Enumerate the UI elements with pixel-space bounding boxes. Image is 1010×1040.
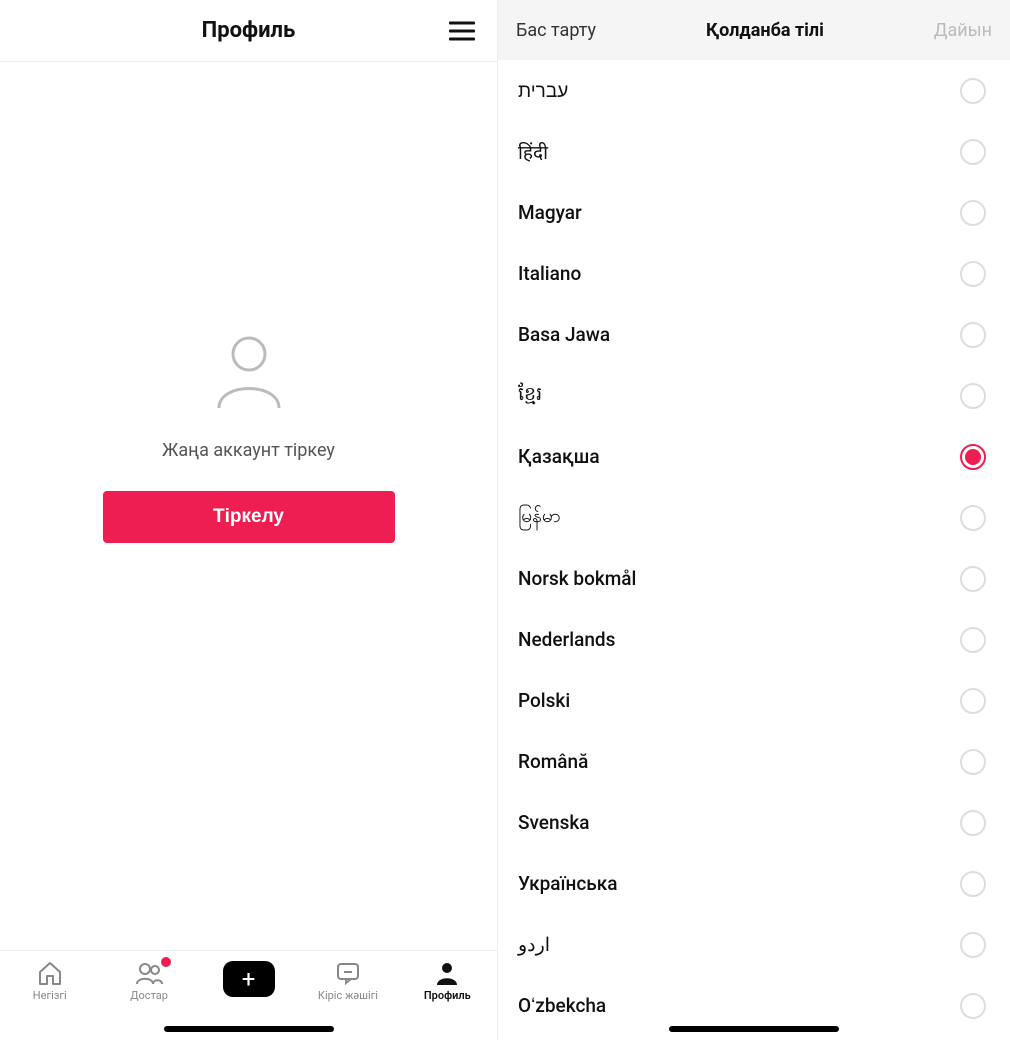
language-label: Қазақша — [518, 445, 600, 468]
tab-inbox[interactable]: Кіріс жәшігі — [298, 959, 397, 1002]
language-row[interactable]: עברית — [504, 60, 1004, 121]
language-label: हिंदी — [518, 139, 548, 165]
tab-label: Профиль — [424, 989, 471, 1002]
language-row[interactable]: Română — [504, 731, 1004, 792]
page-title: Қолданба тілі — [706, 20, 824, 41]
tab-label: Достар — [130, 989, 168, 1002]
profile-content: Жаңа аккаунт тіркеу Тіркелу — [0, 62, 497, 950]
menu-icon[interactable] — [449, 21, 475, 40]
language-label: Norsk bokmål — [518, 567, 636, 590]
language-row[interactable]: Magyar — [504, 182, 1004, 243]
language-label: Oʻzbekcha — [518, 994, 606, 1018]
friends-icon — [135, 959, 163, 987]
language-label: Magyar — [518, 201, 582, 224]
home-indicator — [164, 1026, 334, 1032]
language-row[interactable]: Қазақша — [504, 426, 1004, 487]
radio-icon[interactable] — [960, 139, 986, 165]
language-row[interactable]: Italiano — [504, 243, 1004, 304]
signup-prompt: Жаңа аккаунт тіркеу — [162, 440, 335, 461]
language-row[interactable]: اردو — [504, 914, 1004, 975]
radio-icon[interactable] — [960, 444, 986, 470]
language-label: עברית — [518, 79, 568, 103]
radio-icon[interactable] — [960, 505, 986, 531]
plus-icon: + — [223, 961, 275, 997]
radio-icon[interactable] — [960, 627, 986, 653]
radio-icon[interactable] — [960, 200, 986, 226]
radio-icon[interactable] — [960, 932, 986, 958]
profile-screen: Профиль Жаңа аккаунт тіркеу Тіркелу Негі… — [0, 0, 498, 1040]
cancel-button[interactable]: Бас тарту — [516, 20, 596, 41]
language-screen: Бас тарту Қолданба тілі Дайын עברית हिंदी… — [498, 0, 1010, 1040]
bottom-tabbar: Негізгі Достар + Кіріс жәшігі — [0, 950, 497, 1040]
radio-icon[interactable] — [960, 261, 986, 287]
tab-friends[interactable]: Достар — [99, 959, 198, 1002]
radio-icon[interactable] — [960, 871, 986, 897]
language-header: Бас тарту Қолданба тілі Дайын — [498, 0, 1010, 60]
inbox-icon — [334, 959, 362, 987]
home-icon — [36, 959, 64, 987]
language-row[interactable]: Basa Jawa — [504, 304, 1004, 365]
done-button[interactable]: Дайын — [934, 20, 992, 41]
language-row[interactable]: Polski — [504, 670, 1004, 731]
radio-icon[interactable] — [960, 810, 986, 836]
profile-icon — [433, 959, 461, 987]
radio-icon[interactable] — [960, 688, 986, 714]
language-row[interactable]: Norsk bokmål — [504, 548, 1004, 609]
notification-dot-icon — [161, 957, 171, 967]
signup-button[interactable]: Тіркелу — [103, 491, 395, 543]
language-label: Italiano — [518, 262, 581, 285]
home-indicator — [669, 1026, 839, 1032]
language-label: မြန်မာ — [518, 504, 561, 532]
language-label: Polski — [518, 689, 570, 712]
avatar-placeholder-icon — [209, 330, 289, 410]
page-title: Профиль — [202, 18, 296, 43]
tab-label: Негізгі — [33, 989, 67, 1002]
language-label: Basa Jawa — [518, 323, 610, 346]
language-row[interactable]: Українська — [504, 853, 1004, 914]
language-label: اردو — [518, 933, 550, 956]
profile-header: Профиль — [0, 0, 497, 62]
tab-create[interactable]: + — [199, 959, 298, 997]
language-label: Українська — [518, 872, 617, 895]
language-label: Nederlands — [518, 628, 615, 651]
radio-icon[interactable] — [960, 322, 986, 348]
language-row[interactable]: Nederlands — [504, 609, 1004, 670]
tab-label: Кіріс жәшігі — [318, 989, 378, 1002]
tab-profile[interactable]: Профиль — [398, 959, 497, 1002]
radio-icon[interactable] — [960, 383, 986, 409]
language-row[interactable]: မြန်မာ — [504, 487, 1004, 548]
language-row[interactable]: हिंदी — [504, 121, 1004, 182]
radio-icon[interactable] — [960, 993, 986, 1019]
radio-icon[interactable] — [960, 78, 986, 104]
language-row[interactable]: Svenska — [504, 792, 1004, 853]
language-label: ខ្មែរ — [518, 382, 542, 410]
language-row[interactable]: ខ្មែរ — [504, 365, 1004, 426]
language-label: Svenska — [518, 811, 590, 834]
tab-home[interactable]: Негізгі — [0, 959, 99, 1002]
radio-icon[interactable] — [960, 566, 986, 592]
radio-icon[interactable] — [960, 749, 986, 775]
language-label: Română — [518, 750, 588, 773]
language-list[interactable]: עברית हिंदी Magyar Italiano Basa Jawa ខ្មែរ Қа… — [504, 60, 1004, 1040]
